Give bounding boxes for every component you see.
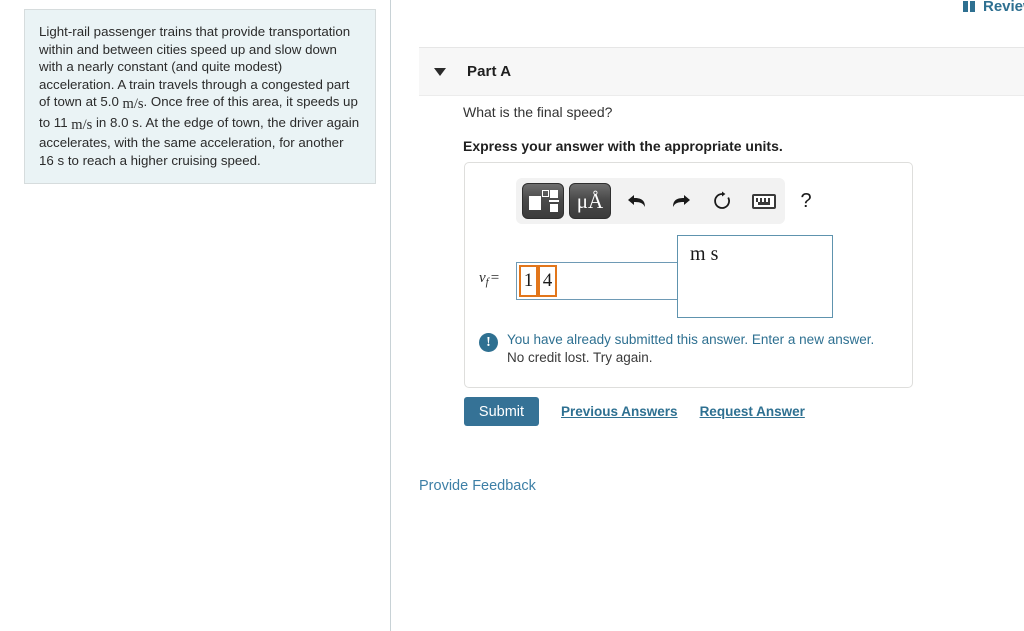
answer-digit[interactable]: 1 <box>519 265 538 297</box>
answer-variable-label: vf = <box>479 270 499 288</box>
answer-entry-container: μÅ ? vf = 1 4 m s ! You have already sub… <box>464 162 913 388</box>
undo-button[interactable] <box>617 183 659 219</box>
request-answer-link[interactable]: Request Answer <box>700 404 805 419</box>
bar-chart-icon <box>963 1 977 12</box>
feedback-line-1: You have already submitted this answer. … <box>507 332 875 347</box>
review-label: Review <box>983 0 1024 15</box>
equals-sign: = <box>490 270 500 286</box>
keyboard-button[interactable] <box>743 183 785 219</box>
units-numerator: m <box>690 243 706 265</box>
provide-feedback-link[interactable]: Provide Feedback <box>419 478 536 494</box>
units-fraction: m s <box>690 243 718 265</box>
answer-units-input[interactable]: m s <box>677 235 833 318</box>
units-button[interactable]: μÅ <box>569 183 611 219</box>
previous-answers-link[interactable]: Previous Answers <box>561 404 678 419</box>
redo-button[interactable] <box>659 183 701 219</box>
reset-button[interactable] <box>701 183 743 219</box>
problem-unit-2: m/s <box>71 116 93 133</box>
units-icon: μÅ <box>576 188 604 213</box>
feedback-line-2: No credit lost. Try again. <box>507 349 653 365</box>
answer-variable: v <box>479 270 486 286</box>
review-link[interactable]: Review <box>963 0 1024 15</box>
math-template-icon <box>529 189 559 213</box>
undo-icon <box>628 195 645 207</box>
math-editor-toolbar: μÅ ? <box>516 178 812 224</box>
answer-digit[interactable]: 4 <box>538 265 557 297</box>
question-instruction: Express your answer with the appropriate… <box>463 138 783 154</box>
problem-unit-1: m/s <box>122 96 144 113</box>
alert-exclamation-icon: ! <box>479 333 498 352</box>
part-title: Part A <box>467 63 512 80</box>
help-button[interactable]: ? <box>785 183 827 219</box>
problem-statement-panel: Light-rail passenger trains that provide… <box>24 9 376 185</box>
column-divider <box>390 0 391 631</box>
submit-button[interactable]: Submit <box>464 397 539 426</box>
feedback-message: ! You have already submitted this answer… <box>479 331 874 366</box>
chevron-down-icon[interactable] <box>434 67 446 76</box>
problem-unit-2-numerator: m <box>71 116 83 133</box>
units-denominator: s <box>710 243 719 265</box>
part-a-header[interactable]: Part A <box>419 47 1024 96</box>
redo-icon <box>673 195 690 207</box>
help-icon: ? <box>800 189 812 212</box>
answer-actions: Submit Previous Answers Request Answer <box>464 397 805 426</box>
keyboard-icon <box>752 193 776 209</box>
question-area: What is the final speed? Express your an… <box>463 104 1024 154</box>
problem-unit-1-numerator: m <box>122 96 134 113</box>
problem-text: Light-rail passenger trains that provide… <box>39 23 361 169</box>
math-template-button[interactable] <box>522 183 564 219</box>
reset-icon <box>714 191 730 209</box>
feedback-text: You have already submitted this answer. … <box>507 331 874 366</box>
question-prompt: What is the final speed? <box>463 104 613 120</box>
